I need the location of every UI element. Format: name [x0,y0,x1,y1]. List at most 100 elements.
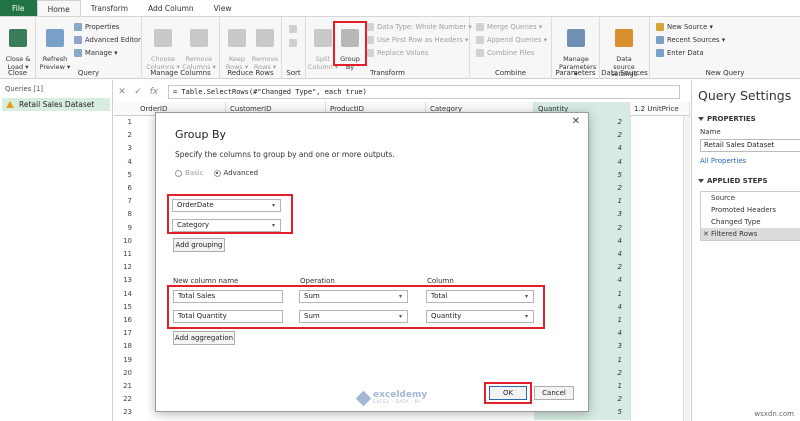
merge-queries-button[interactable]: Merge Queries ▾ [476,23,542,31]
group-label-reduce-rows: Reduce Rows [227,69,274,77]
group-query: Refresh Preview ▾ Properties Advanced Ed… [36,17,142,79]
row-number: 13 [123,276,132,285]
formula-bar: ✕ ✓ fx = Table.SelectRows(#"Changed Type… [114,84,680,100]
properties-section[interactable]: PROPERTIES [692,115,800,123]
properties-icon [74,23,82,31]
sort-desc-icon [289,39,297,47]
step-promoted-headers[interactable]: Promoted Headers [701,204,800,216]
group-close: Close & Load ▾ Close [0,17,36,79]
refresh-preview-button[interactable]: Refresh Preview ▾ [38,21,72,71]
sort-desc-button[interactable] [289,39,297,47]
combine-icon [476,49,484,57]
sort-asc-button[interactable] [289,25,297,33]
watermark: exceldemy EXCEL · DATA · BI [355,390,427,406]
tab-file[interactable]: File [0,0,37,16]
refresh-icon [46,28,64,47]
row-number: 3 [127,144,132,153]
group-label-combine: Combine [494,69,527,77]
advanced-radio-circle [213,169,221,177]
split-column-icon [314,28,332,47]
row-number: 20 [123,368,132,377]
new-source-icon [656,23,664,31]
row-number: 16 [123,316,132,324]
formula-input[interactable]: = Table.SelectRows(#"Changed Type", each… [168,85,680,99]
queries-header[interactable]: Queries [1] [0,80,112,98]
cancel-formula-icon[interactable]: ✕ [114,87,130,97]
merge-icon [476,23,484,31]
query-name-input[interactable]: Retail Sales Dataset [700,139,800,152]
unitprice-column [630,116,690,421]
cancel-button[interactable]: Cancel [534,386,574,400]
row-number: 6 [127,184,132,192]
column-header: Column [427,277,454,285]
queries-pane: Queries [1] Retail Sales Dataset [0,80,113,421]
applied-steps-section[interactable]: APPLIED STEPS [692,177,800,185]
row-number: 22 [123,395,132,404]
row-number: 19 [123,355,132,364]
group-transform: Split Column ▾ Group By Data Type: Whole… [306,17,472,79]
first-row-headers-button[interactable]: Use First Row as Headers ▾ [366,36,468,44]
close-load-button[interactable]: Close & Load ▾ [1,21,35,71]
headers-icon [366,36,374,44]
watermark-tagline: EXCEL · DATA · BI [373,400,421,405]
step-filtered-rows[interactable]: ✕ Filtered Rows [701,228,800,240]
dialog-description: Specify the columns to group by and one … [175,150,395,159]
query-settings-title: Query Settings [698,88,792,103]
fx-icon[interactable]: fx [146,87,162,97]
tab-add-column[interactable]: Add Column [138,0,204,16]
choose-columns-button[interactable]: Choose Columns ▾ [146,21,180,71]
row-number: 1 [127,118,132,126]
all-properties-link[interactable]: All Properties [692,157,800,165]
recent-sources-icon [656,36,664,44]
delete-step-icon[interactable]: ✕ [703,228,709,240]
combine-files-button[interactable]: Combine Files [476,49,534,57]
remove-columns-icon [190,28,208,47]
column-header-unitprice[interactable]: 1.2 UnitPrice [630,102,690,116]
group-data-sources: Data source settings Data Sources [600,17,650,79]
new-column-name-header: New column name [173,277,239,285]
highlight-group-by [333,21,367,66]
remove-columns-button[interactable]: Remove Columns ▾ [182,21,216,71]
enter-data-button[interactable]: Enter Data [656,49,704,57]
append-queries-button[interactable]: Append Queries ▾ [476,36,547,44]
replace-values-button[interactable]: Replace Values [366,49,428,57]
query-settings-pane: Query Settings PROPERTIES Name Retail Sa… [691,80,800,421]
new-source-button[interactable]: New Source ▾ [656,23,713,31]
group-label-sort: Sort [286,69,301,77]
replace-icon [366,49,374,57]
row-number: 8 [127,210,132,219]
group-reduce-rows: Keep Rows ▾ Remove Rows ▾ Reduce Rows [220,17,282,79]
data-source-icon [615,28,633,47]
advanced-radio[interactable]: Advanced [213,169,258,177]
tab-transform[interactable]: Transform [81,0,138,16]
step-changed-type[interactable]: Changed Type [701,216,800,228]
properties-button[interactable]: Properties [74,23,119,31]
tab-view[interactable]: View [204,0,242,16]
site-watermark: wsxdn.com [754,410,794,418]
warning-icon [6,101,14,108]
dialog-close-icon[interactable]: ✕ [572,116,580,127]
manage-button[interactable]: Manage ▾ [74,49,118,57]
row-number: 23 [123,408,132,417]
highlight-ok [484,382,532,404]
name-label: Name [700,128,721,136]
add-aggregation-button[interactable]: Add aggregation [173,331,235,345]
group-label-data-sources: Data Sources [601,69,648,77]
add-grouping-button[interactable]: Add grouping [173,238,225,252]
basic-radio[interactable]: Basic [175,169,204,177]
parameters-icon [567,28,585,47]
grid-vertical-scrollbar[interactable] [683,116,690,421]
group-label-manage-columns: Manage Columns [150,69,211,77]
editor-icon [74,36,82,44]
commit-formula-icon[interactable]: ✓ [130,87,146,97]
remove-rows-button[interactable]: Remove Rows ▾ [248,21,282,71]
mode-radio-group: Basic Advanced [175,169,258,177]
data-type-dropdown[interactable]: Data Type: Whole Number ▾ [366,23,472,31]
recent-sources-button[interactable]: Recent Sources ▾ [656,36,725,44]
query-item-retail-sales[interactable]: Retail Sales Dataset [2,98,110,111]
advanced-editor-button[interactable]: Advanced Editor [74,36,141,44]
tab-home[interactable]: Home [36,0,81,16]
row-number: 11 [123,250,132,258]
step-source[interactable]: Source [701,192,800,204]
manage-icon [74,49,82,57]
